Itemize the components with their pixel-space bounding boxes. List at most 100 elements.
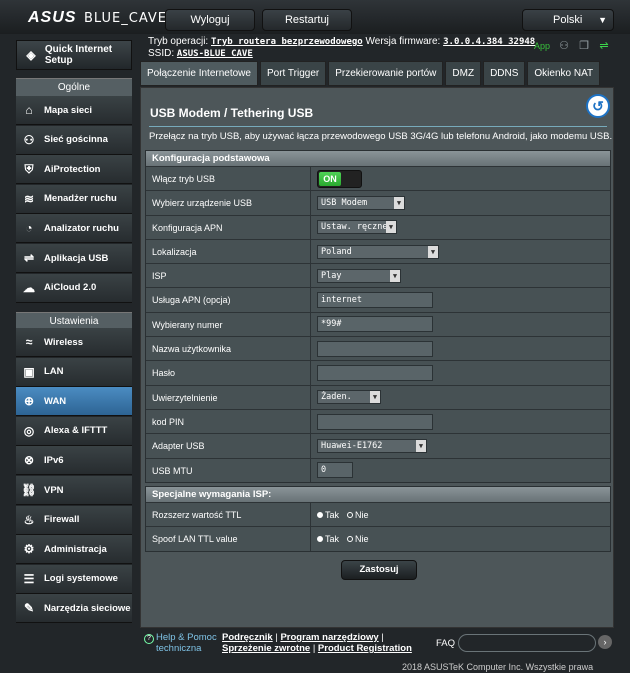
logout-button[interactable]: Wyloguj bbox=[165, 9, 255, 31]
ssid-link[interactable]: ASUS-BLUE_CAVE bbox=[177, 49, 253, 59]
row-label: Usługa APN (opcja) bbox=[146, 288, 311, 312]
apply-button[interactable]: Zastosuj bbox=[341, 560, 417, 580]
quick-internet-setup-button[interactable]: ◈ Quick Internet Setup bbox=[16, 40, 132, 70]
isp-requirements-header: Specjalne wymagania ISP: bbox=[146, 487, 610, 502]
text-input[interactable]: 0 bbox=[317, 462, 353, 479]
row-label: Rozszerz wartość TTL bbox=[146, 503, 311, 527]
table-row: Usługa APN (opcja) internet bbox=[146, 287, 610, 312]
sidebar-item-label: VPN bbox=[44, 484, 64, 496]
op-mode-link[interactable]: Tryb routera bezprzewodowego bbox=[211, 37, 363, 47]
select-field[interactable]: Ustaw. ręczne ▼ bbox=[317, 220, 397, 235]
sidebar-item-vpn[interactable]: ⛓ VPN bbox=[16, 476, 132, 505]
restart-button[interactable]: Restartuj bbox=[262, 9, 352, 31]
row-label: Wybierany numer bbox=[146, 312, 311, 337]
table-row: Spoof LAN TTL value Tak Nie bbox=[146, 526, 610, 551]
text-input[interactable] bbox=[317, 365, 433, 382]
select-field[interactable]: Huawei-E1762 ▼ bbox=[317, 438, 427, 453]
row-label: kod PIN bbox=[146, 409, 311, 434]
toggle-on-label: ON bbox=[319, 171, 341, 186]
app-link[interactable]: App bbox=[534, 41, 550, 51]
table-row: Nazwa użytkownika bbox=[146, 336, 610, 361]
usb-icon[interactable]: ⇌ bbox=[598, 40, 610, 52]
sidebar-item-label: AiProtection bbox=[44, 163, 101, 175]
sidebar-item-wan[interactable]: ⊕ WAN bbox=[16, 387, 132, 417]
sidebar-item-aiprotection[interactable]: ⛨ AiProtection bbox=[16, 155, 132, 185]
sidebar-item-lan[interactable]: ▣ LAN bbox=[16, 357, 132, 387]
tab-5[interactable]: Okienko NAT bbox=[527, 61, 601, 86]
sidebar-item-label: Narzędzia sieciowe bbox=[44, 602, 131, 614]
tab-0[interactable]: Połączenie Internetowe bbox=[140, 61, 258, 86]
product-registration-link[interactable]: Product Registration bbox=[318, 643, 412, 654]
language-select[interactable]: Polski ▼ bbox=[522, 9, 614, 31]
sidebar-item-analizator-ruchu[interactable]: ◔ Analizator ruchu bbox=[16, 214, 132, 244]
faq-search-input[interactable] bbox=[458, 634, 596, 652]
copyright: 2018 ASUSTeK Computer Inc. Wszystkie pra… bbox=[402, 662, 594, 673]
select-field[interactable]: Żaden. ▼ bbox=[317, 390, 381, 405]
tab-3[interactable]: DMZ bbox=[445, 61, 482, 86]
text-input[interactable] bbox=[317, 413, 433, 430]
sidebar-item-wireless[interactable]: ≈ Wireless bbox=[16, 328, 132, 357]
clients-icon[interactable]: ⚇ bbox=[558, 40, 570, 52]
text-input[interactable]: internet bbox=[317, 292, 433, 309]
radio-button[interactable] bbox=[347, 535, 354, 542]
radio-button[interactable] bbox=[317, 535, 323, 542]
sidebar-item-alexa-ifttt[interactable]: ◎ Alexa & IFTTT bbox=[16, 416, 132, 446]
sidebar-item-label: AiCloud 2.0 bbox=[44, 282, 97, 294]
sidebar-item-narz-dzia-sieciowe[interactable]: ✎ Narzędzia sieciowe bbox=[16, 594, 132, 624]
row-value: USB Modem ▼ bbox=[311, 191, 610, 215]
select-field[interactable]: USB Modem ▼ bbox=[317, 195, 405, 210]
sidebar-item-sie-go-cinna[interactable]: ⚇ Sieć gościnna bbox=[16, 125, 132, 155]
back-button[interactable]: ↺ bbox=[586, 94, 610, 118]
sidebar-item-aplikacja-usb[interactable]: ⇌ Aplikacja USB bbox=[16, 244, 132, 273]
manual-link[interactable]: Podręcznik bbox=[222, 632, 273, 643]
row-label: Spoof LAN TTL value bbox=[146, 527, 311, 551]
faq-go-icon[interactable]: › bbox=[598, 635, 612, 649]
help-label[interactable]: Help & Pomoc techniczna bbox=[156, 632, 220, 654]
asus-logo[interactable]: ASUS bbox=[28, 9, 76, 27]
radio-yes[interactable]: Tak bbox=[317, 534, 339, 544]
sidebar-item-logi-systemowe[interactable]: ☰ Logi systemowe bbox=[16, 564, 132, 594]
radio-button[interactable] bbox=[347, 511, 354, 518]
footer: ? Help & Pomoc techniczna Podręcznik | P… bbox=[140, 630, 614, 658]
sidebar-item-menad-er-ruchu[interactable]: ≋ Menadżer ruchu bbox=[16, 184, 132, 214]
tab-2[interactable]: Przekierowanie portów bbox=[328, 61, 444, 86]
sidebar-item-label: Analizator ruchu bbox=[44, 222, 119, 234]
sidebar-item-aicloud-2-0[interactable]: ☁ AiCloud 2.0 bbox=[16, 273, 132, 303]
sidebar-item-ipv6[interactable]: ⊗ IPv6 bbox=[16, 446, 132, 476]
select-field[interactable]: Play ▼ bbox=[317, 268, 401, 283]
select-value: Ustaw. ręczne bbox=[321, 222, 388, 233]
radio-no[interactable]: Nie bbox=[347, 510, 369, 520]
row-value: ON bbox=[311, 167, 610, 191]
tab-bar: Połączenie Internetowe Port Trigger Przeki… bbox=[140, 61, 601, 87]
row-value: Poland ▼ bbox=[311, 239, 610, 264]
select-field[interactable]: Poland ▼ bbox=[317, 244, 439, 259]
firmware-link[interactable]: 3.0.0.4.384_32948 bbox=[443, 37, 535, 47]
copy-icon[interactable]: ❐ bbox=[578, 40, 590, 52]
row-label: Hasło bbox=[146, 361, 311, 385]
sidebar-item-label: Mapa sieci bbox=[44, 104, 93, 116]
sidebar-item-firewall[interactable]: ♨ Firewall bbox=[16, 505, 132, 535]
sidebar-item-administracja[interactable]: ⚙ Administracja bbox=[16, 535, 132, 565]
radio-no[interactable]: Nie bbox=[347, 534, 369, 544]
row-value: internet bbox=[311, 288, 610, 312]
tab-4[interactable]: DDNS bbox=[483, 61, 526, 86]
utility-link[interactable]: Program narzędziowy bbox=[280, 632, 378, 643]
text-input[interactable]: *99# bbox=[317, 316, 433, 333]
firewall-icon: ♨ bbox=[23, 512, 35, 527]
table-row: ISP Play ▼ bbox=[146, 263, 610, 288]
tab-1[interactable]: Port Trigger bbox=[259, 61, 327, 86]
usb-mode-toggle[interactable]: ON bbox=[317, 169, 362, 188]
feedback-link[interactable]: Sprzeżenie zwrotne bbox=[222, 643, 310, 654]
chevron-down-icon: ▼ bbox=[416, 439, 426, 452]
radio-button[interactable] bbox=[317, 511, 323, 518]
sidebar-item-label: Administracja bbox=[44, 543, 107, 555]
radio-yes[interactable]: Tak bbox=[317, 510, 339, 520]
qis-icon: ◈ bbox=[26, 47, 36, 62]
page-title: USB Modem / Tethering USB bbox=[150, 106, 314, 120]
radio-group: Tak Nie bbox=[311, 527, 610, 551]
help-icon: ? bbox=[144, 634, 154, 644]
sidebar-item-mapa-sieci[interactable]: ⌂ Mapa sieci bbox=[16, 96, 132, 125]
radio-label: Nie bbox=[355, 509, 369, 520]
text-input[interactable] bbox=[317, 340, 433, 357]
network-tools-icon: ✎ bbox=[23, 601, 35, 616]
